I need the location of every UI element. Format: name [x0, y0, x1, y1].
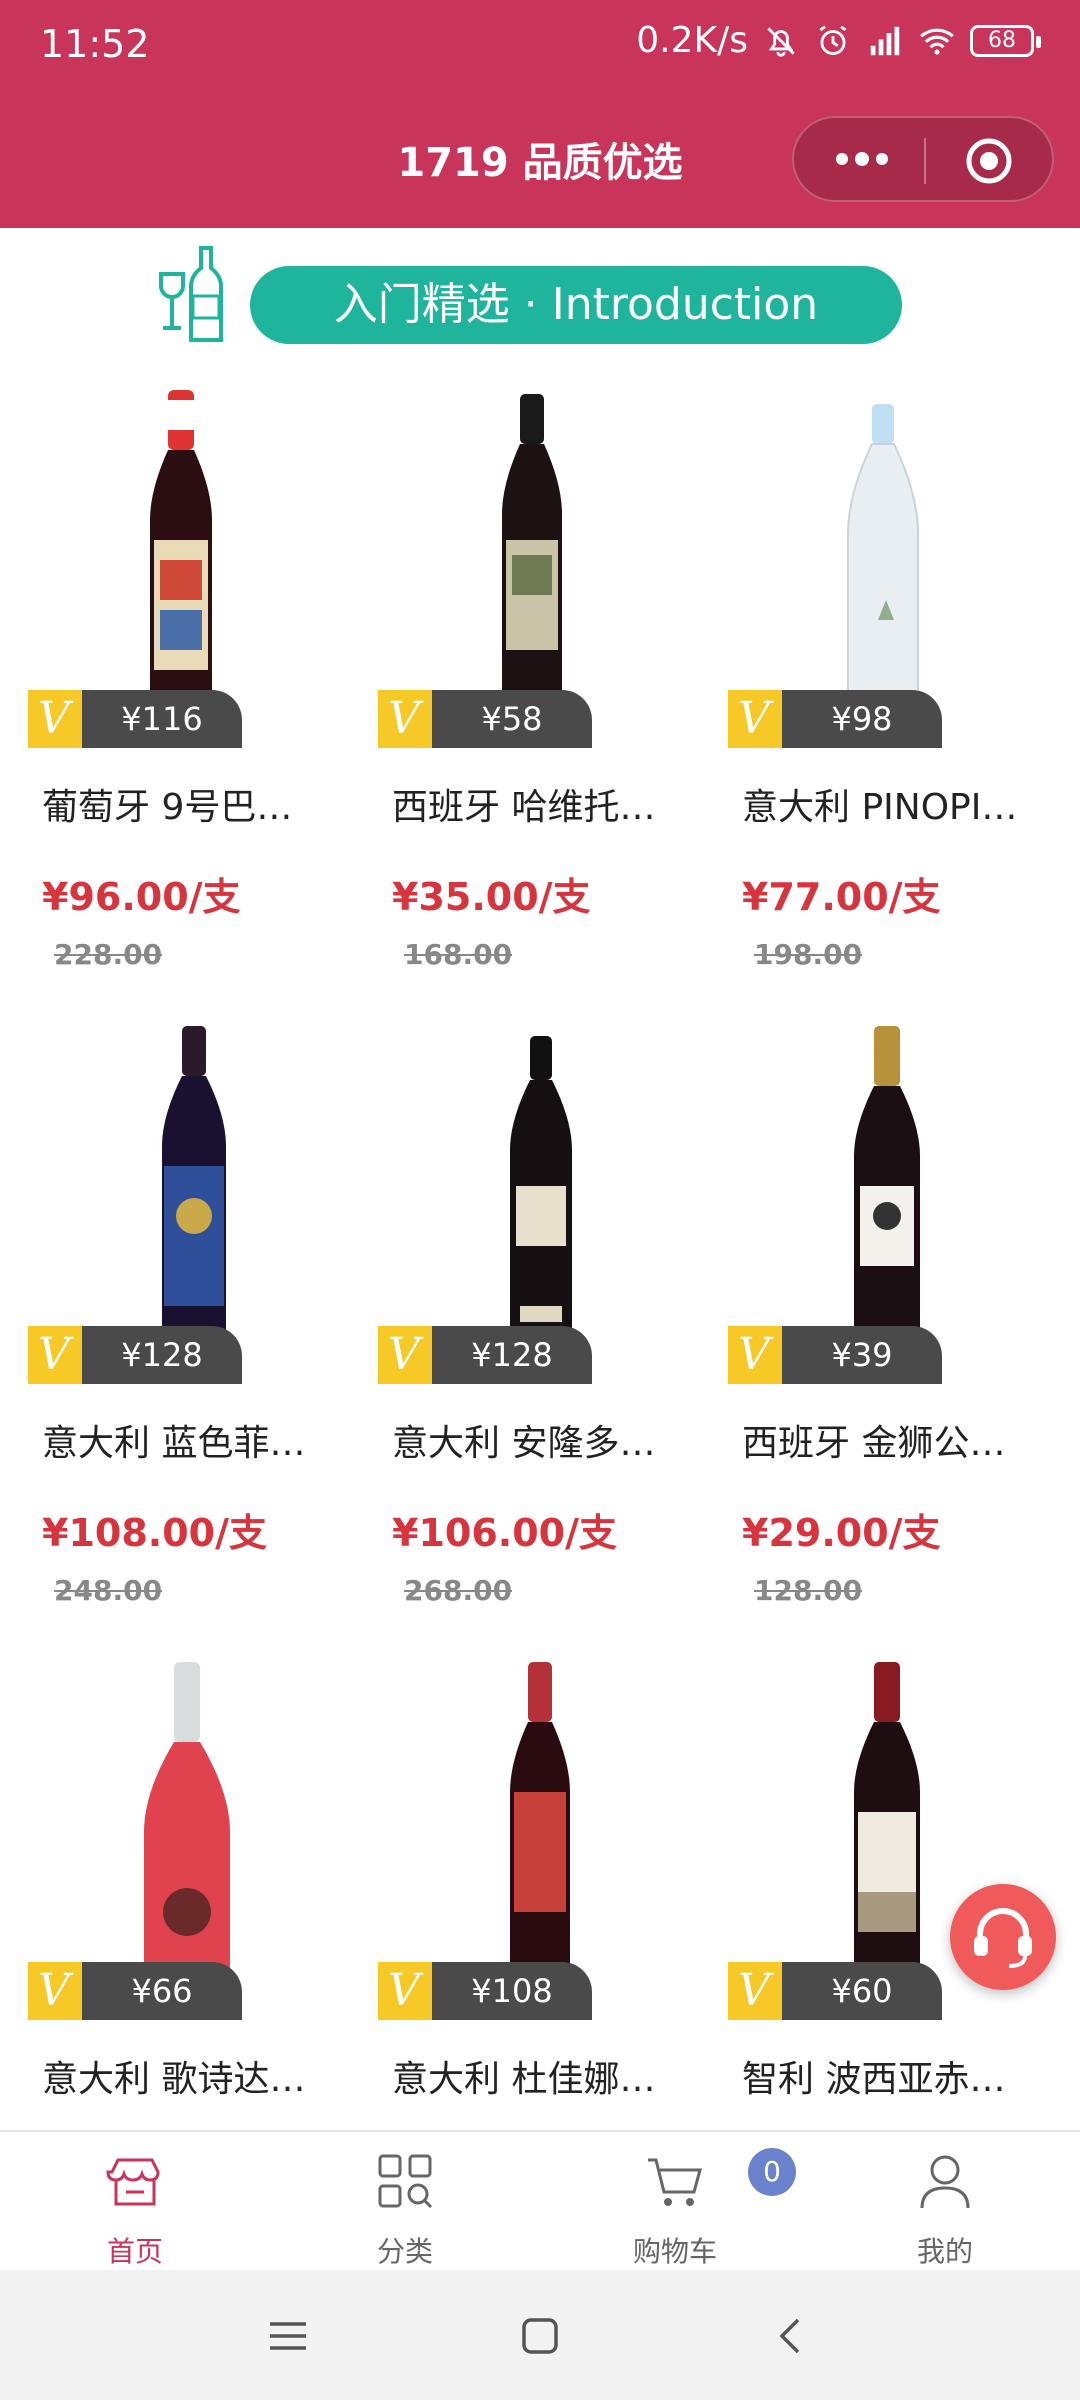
product-card[interactable]: V ¥39 西班牙 金狮公… ¥29.00/支 128.00 — [700, 1016, 1050, 1646]
battery-level: 68 — [988, 27, 1016, 53]
product-name: 意大利 杜佳娜… — [392, 2059, 656, 2100]
member-price-tag: V ¥39 — [728, 1326, 958, 1384]
status-icons: 0.2K/s 68 — [636, 20, 1041, 61]
member-price: ¥60 — [782, 1962, 942, 2020]
sale-price: ¥96.00/支 — [42, 875, 241, 919]
original-price: 198.00 — [754, 938, 863, 971]
signal-icon — [870, 26, 900, 55]
bell-off-icon — [767, 26, 795, 57]
product-name: 意大利 歌诗达… — [42, 2059, 306, 2100]
member-price: ¥98 — [782, 690, 942, 748]
menu-icon[interactable] — [264, 2312, 312, 2360]
product-image — [854, 1026, 920, 1356]
sale-price: ¥106.00/支 — [392, 1511, 617, 1555]
customer-service-button[interactable] — [950, 1884, 1056, 1990]
member-price: ¥39 — [782, 1326, 942, 1384]
product-image — [510, 1036, 572, 1358]
product-image — [847, 404, 919, 715]
original-price: 228.00 — [54, 938, 163, 971]
network-speed: 0.2K/s — [636, 20, 748, 61]
sale-price: ¥29.00/支 — [742, 1511, 941, 1555]
member-price: ¥128 — [432, 1326, 592, 1384]
system-nav-bar — [0, 2270, 1080, 2400]
sale-price: ¥35.00/支 — [392, 875, 591, 919]
original-price: 128.00 — [754, 1574, 863, 1607]
product-card[interactable]: V ¥98 意大利 PINOPI… ¥77.00/支 198.00 — [700, 380, 1050, 1010]
member-price: ¥128 — [82, 1326, 242, 1384]
member-price: ¥58 — [432, 690, 592, 748]
battery-icon: 68 — [970, 24, 1041, 57]
alarm-icon — [819, 25, 847, 55]
status-bar: 11:52 0.2K/s 68 — [0, 0, 1080, 96]
sale-price: ¥77.00/支 — [742, 875, 941, 919]
member-price-tag: V ¥66 — [28, 1962, 258, 2020]
original-price: 248.00 — [54, 1574, 163, 1607]
product-image — [502, 394, 562, 724]
product-card[interactable]: V ¥58 西班牙 哈维托… ¥35.00/支 168.00 — [350, 380, 700, 1010]
member-price-tag: V ¥128 — [378, 1326, 608, 1384]
product-card[interactable]: V ¥116 葡萄牙 9号巴… ¥96.00/支 228.00 — [0, 380, 350, 1010]
member-price: ¥108 — [432, 1962, 592, 2020]
product-image — [162, 1026, 226, 1356]
tab-label: 首页 — [106, 2235, 163, 2268]
member-price: ¥66 — [82, 1962, 242, 2020]
customer-service-icon — [974, 1908, 1032, 1968]
member-price-tag: V ¥98 — [728, 690, 958, 748]
product-card[interactable]: V ¥128 意大利 安隆多… ¥106.00/支 268.00 — [350, 1016, 700, 1646]
product-name: 葡萄牙 9号巴… — [42, 787, 293, 828]
sale-price: ¥108.00/支 — [42, 1511, 267, 1555]
member-price-tag: V ¥116 — [28, 690, 258, 748]
capsule-divider — [924, 138, 926, 184]
tab-mine[interactable]: 我的 — [810, 2132, 1080, 2272]
status-time: 11:52 — [40, 22, 150, 66]
product-card[interactable]: V ¥128 意大利 蓝色菲… ¥108.00/支 248.00 — [0, 1016, 350, 1646]
home-square-icon[interactable] — [516, 2312, 564, 2360]
product-image — [144, 1662, 230, 1982]
product-name: 意大利 蓝色菲… — [42, 1423, 306, 1464]
tab-label: 分类 — [376, 2235, 433, 2268]
more-dots-icon[interactable] — [832, 144, 892, 174]
wifi-icon — [920, 28, 954, 55]
member-price-tag: V ¥128 — [28, 1326, 258, 1384]
section-banner: 入门精选 · Introduction — [250, 266, 902, 344]
product-name: 西班牙 哈维托… — [392, 787, 656, 828]
member-price: ¥116 — [82, 690, 242, 748]
tab-home[interactable]: 首页 — [0, 2132, 270, 2272]
user-icon — [920, 2155, 970, 2209]
product-name: 智利 波西亚赤… — [742, 2059, 1006, 2100]
back-icon[interactable] — [768, 2312, 816, 2360]
product-image — [510, 1662, 570, 1992]
bottom-tab-bar: 首页 分类 购物车 我的 — [0, 2130, 1080, 2272]
tab-label: 购物车 — [632, 2235, 717, 2268]
original-price: 268.00 — [404, 1574, 513, 1607]
member-price-tag: V ¥58 — [378, 690, 608, 748]
product-image — [150, 390, 212, 725]
close-target-icon[interactable] — [964, 136, 1014, 186]
tab-category[interactable]: 分类 — [270, 2132, 540, 2272]
mini-program-capsule — [792, 116, 1054, 202]
product-name: 意大利 安隆多… — [392, 1423, 656, 1464]
member-price-tag: V ¥60 — [728, 1962, 958, 2020]
cart-count-badge: 0 — [748, 2148, 796, 2196]
product-name: 西班牙 金狮公… — [742, 1423, 1006, 1464]
original-price: 168.00 — [404, 938, 513, 971]
member-price-tag: V ¥108 — [378, 1962, 608, 2020]
tab-label: 我的 — [916, 2235, 973, 2268]
cart-icon — [648, 2158, 702, 2206]
product-name: 意大利 PINOPI… — [742, 787, 1018, 828]
grid-search-icon — [378, 2154, 433, 2209]
store-icon — [106, 2158, 160, 2206]
wine-glass-icon — [159, 246, 223, 342]
header-bar: 11:52 0.2K/s 68 1719 品质优选 — [0, 0, 1080, 228]
